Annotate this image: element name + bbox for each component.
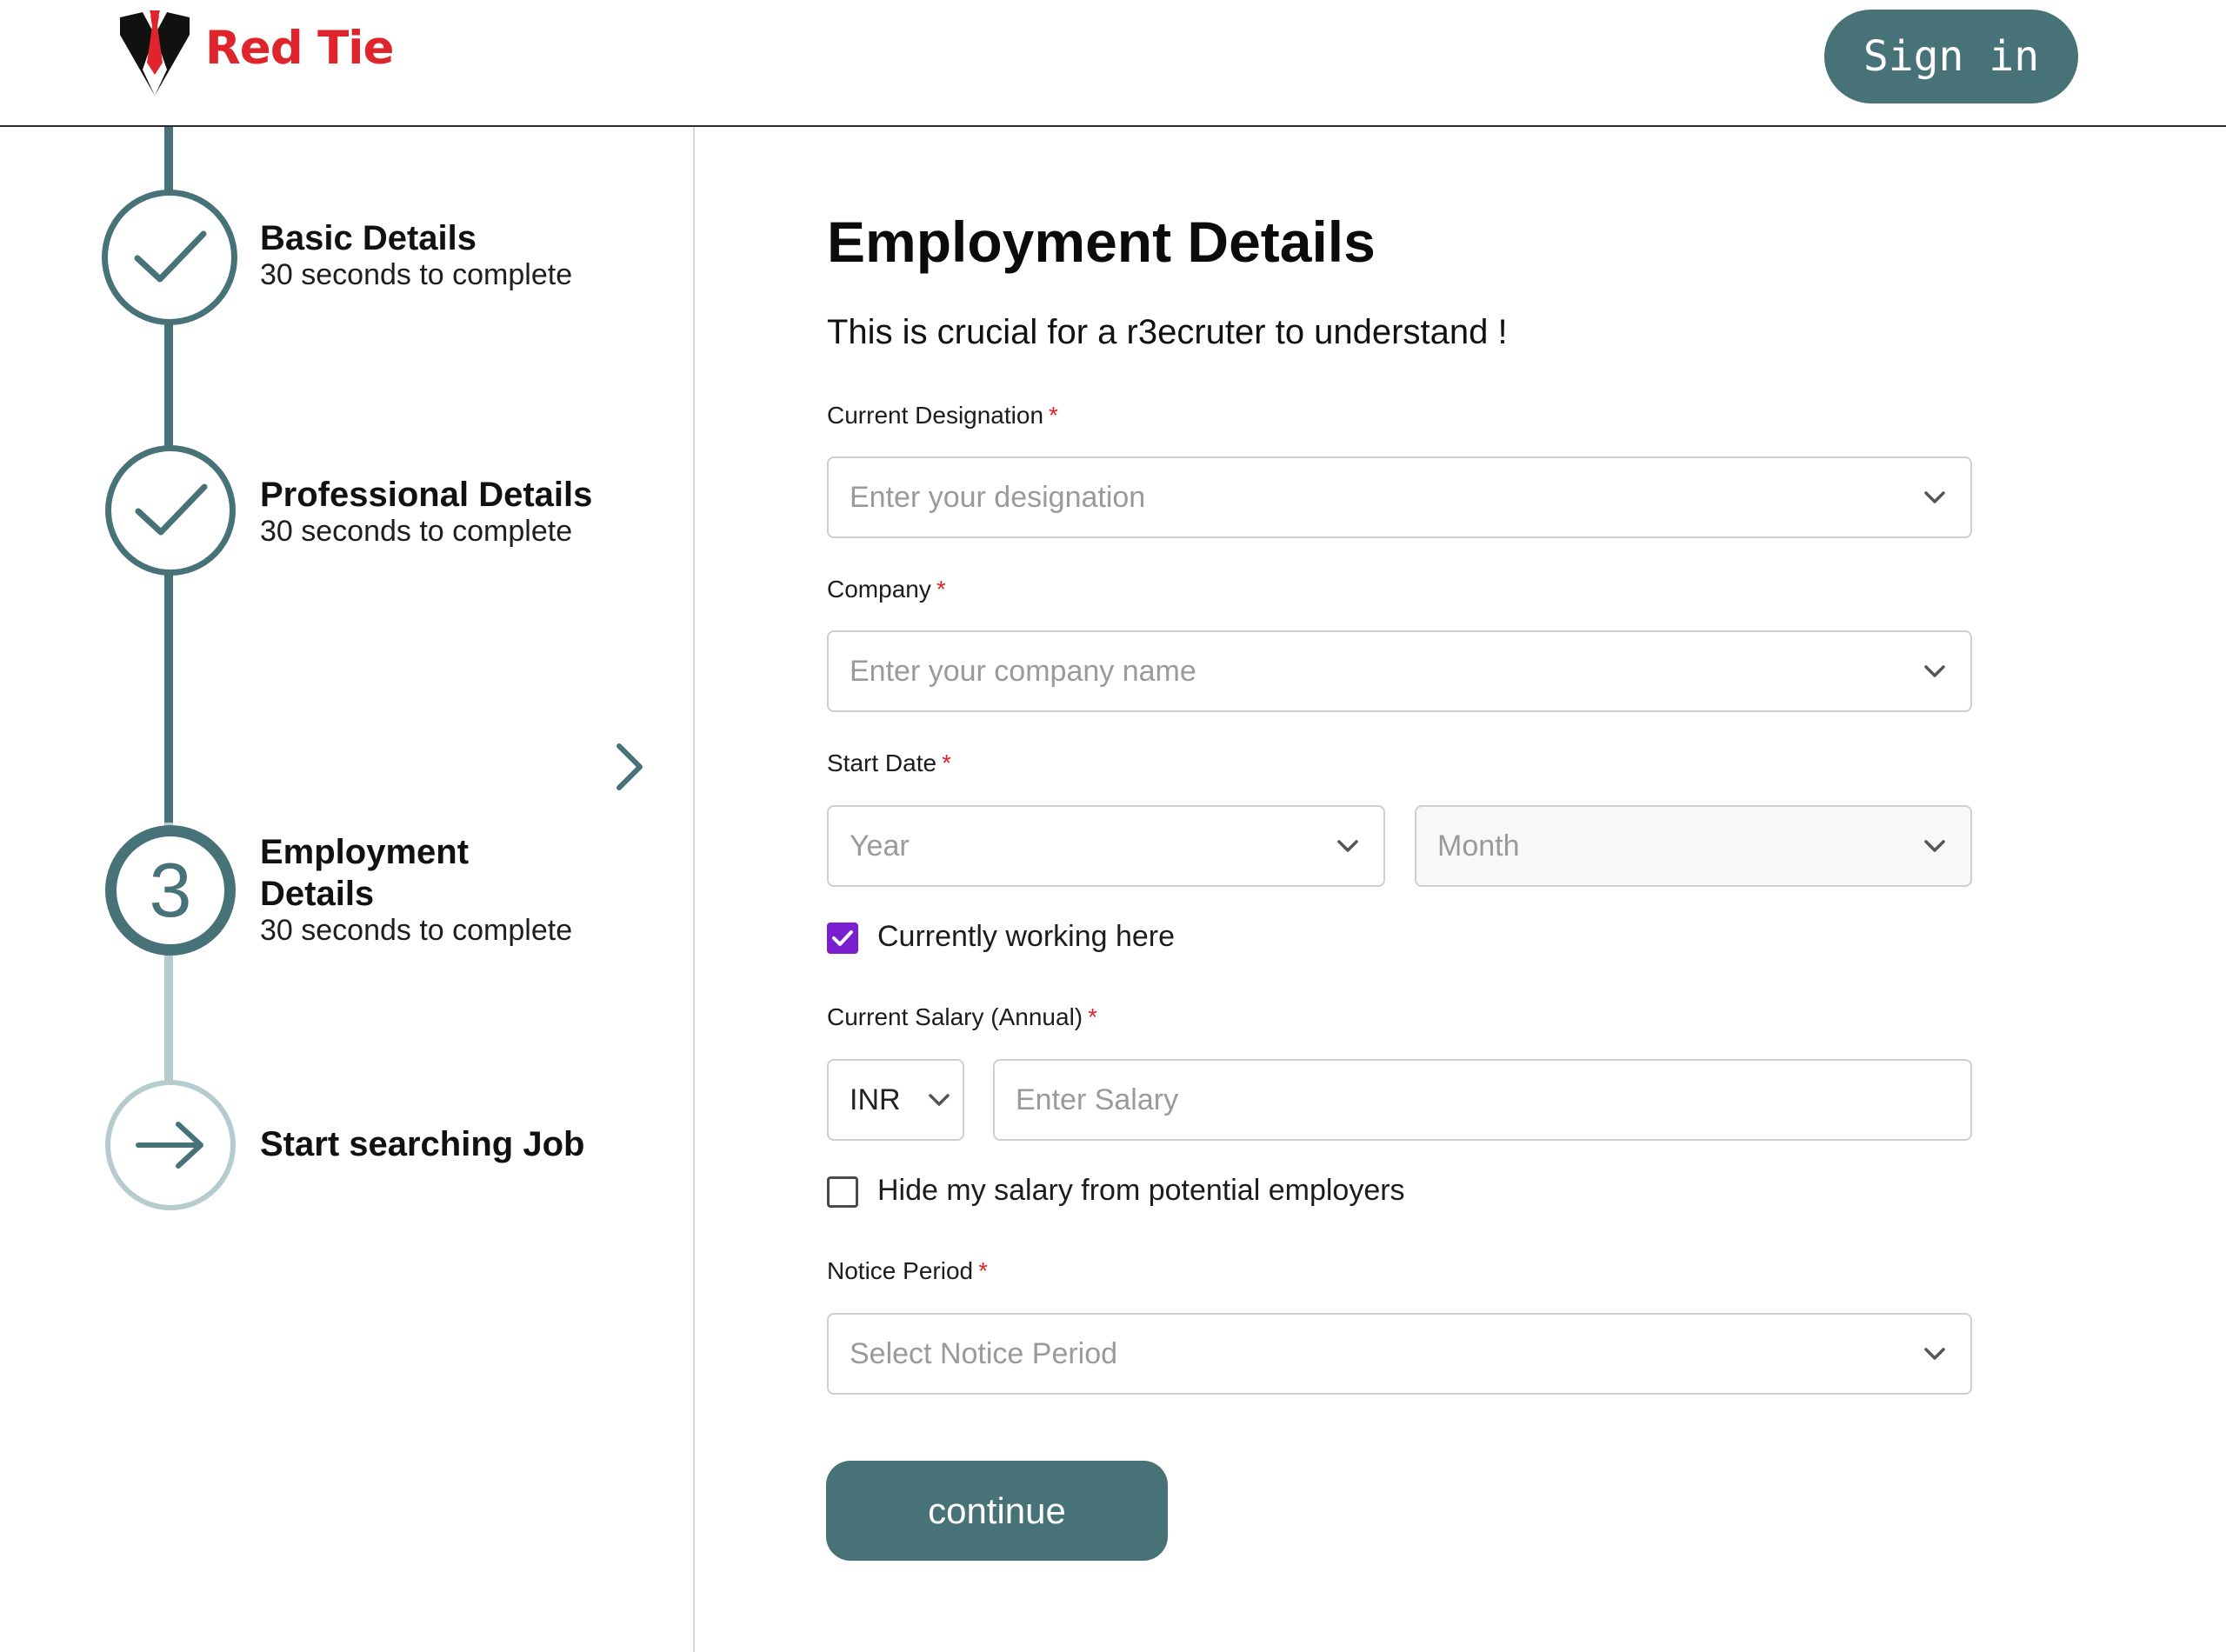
hide-salary-label[interactable]: Hide my salary from potential employers: [877, 1174, 1405, 1208]
step-title: Professional Details: [260, 476, 593, 514]
chevron-down-icon: [1924, 840, 1945, 852]
step-subtitle: 30 seconds to complete: [260, 515, 573, 548]
company-label: Company *: [827, 576, 946, 603]
step-title-line1: Employment: [260, 833, 470, 871]
chevron-right-icon: [616, 743, 643, 790]
chevron-down-icon: [1924, 491, 1945, 503]
page-subtitle: This is crucial for a r3ecruter to under…: [827, 313, 1508, 351]
step-upcoming-circle: [105, 1080, 236, 1210]
step-complete-circle: [105, 445, 236, 576]
step-subtitle: 30 seconds to complete: [260, 914, 573, 947]
arrow-right-icon: [136, 1122, 203, 1169]
start-date-label: Start Date *: [827, 749, 951, 776]
company-placeholder: Enter your company name: [850, 654, 1196, 688]
brand-logo[interactable]: Red Tie: [117, 9, 394, 99]
designation-select[interactable]: Enter your designation: [827, 456, 1972, 538]
continue-button[interactable]: continue: [826, 1461, 1168, 1561]
required-mark: *: [942, 749, 951, 776]
checkmark-icon: [832, 930, 853, 946]
step-employment-details[interactable]: 3 Employment Details 30 seconds to compl…: [0, 649, 693, 962]
step-basic-details[interactable]: Basic Details 30 seconds to complete: [0, 127, 693, 388]
step-complete-circle: [102, 190, 237, 325]
step-professional-details[interactable]: Professional Details 30 seconds to compl…: [0, 388, 693, 649]
hide-salary-checkbox[interactable]: [827, 1176, 858, 1208]
year-placeholder: Year: [850, 829, 910, 863]
step-subtitle: 30 seconds to complete: [260, 258, 573, 291]
salary-input[interactable]: Enter Salary: [993, 1059, 1972, 1141]
chevron-down-icon: [929, 1094, 950, 1106]
company-select[interactable]: Enter your company name: [827, 630, 1972, 712]
check-icon: [135, 483, 208, 536]
start-year-select[interactable]: Year: [827, 805, 1385, 887]
designation-label: Current Designation *: [827, 402, 1058, 429]
notice-period-select[interactable]: Select Notice Period: [827, 1313, 1972, 1395]
currency-select[interactable]: INR: [827, 1059, 964, 1141]
currency-value: INR: [850, 1082, 901, 1116]
chevron-down-icon: [1337, 840, 1358, 852]
salary-label: Current Salary (Annual) *: [827, 1003, 1098, 1030]
salary-placeholder: Enter Salary: [1016, 1082, 1179, 1116]
step-current-circle: 3: [105, 825, 236, 956]
month-placeholder: Month: [1437, 829, 1520, 863]
start-month-select[interactable]: Month: [1415, 805, 1972, 887]
step-title: Basic Details: [260, 219, 477, 257]
red-tie-logo-icon: [120, 10, 190, 96]
required-mark: *: [978, 1257, 988, 1284]
notice-period-label: Notice Period *: [827, 1257, 988, 1284]
required-mark: *: [1088, 1003, 1098, 1030]
step-start-searching[interactable]: Start searching Job: [0, 962, 693, 1222]
step-title-line2: Details: [260, 875, 375, 913]
required-mark: *: [1049, 402, 1058, 429]
page-title: Employment Details: [827, 210, 1376, 274]
currently-working-checkbox[interactable]: [827, 923, 858, 954]
chevron-down-icon: [1924, 1348, 1945, 1360]
check-icon: [134, 230, 207, 283]
currently-working-label[interactable]: Currently working here: [877, 920, 1175, 954]
brand-name: Red Tie: [205, 21, 394, 75]
chevron-down-icon: [1924, 665, 1945, 677]
notice-period-placeholder: Select Notice Period: [850, 1336, 1118, 1370]
designation-placeholder: Enter your designation: [850, 480, 1146, 514]
sign-in-button[interactable]: Sign in: [1824, 10, 2078, 103]
top-header: Red Tie Sign in: [0, 0, 2226, 127]
step-title: Start searching Job: [260, 1125, 585, 1163]
step-number: 3: [149, 847, 192, 933]
required-mark: *: [936, 576, 946, 603]
progress-sidebar: Basic Details 30 seconds to complete Pro…: [0, 127, 695, 1652]
